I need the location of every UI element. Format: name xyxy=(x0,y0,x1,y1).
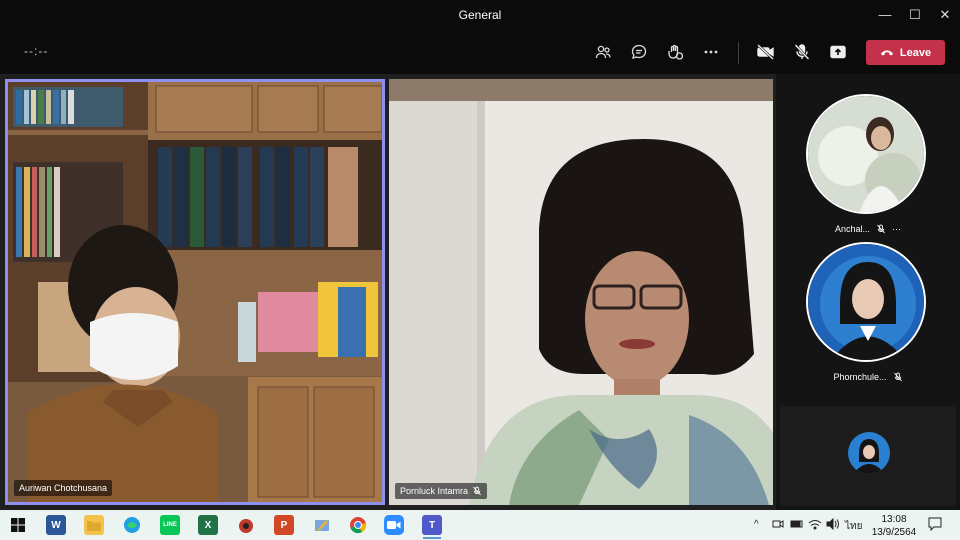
window-title: General xyxy=(458,8,502,22)
participant-4-avatar[interactable] xyxy=(806,242,926,362)
clock-time: 13:08 xyxy=(881,514,907,525)
teams-icon: T xyxy=(428,519,436,531)
more-actions-button[interactable] xyxy=(699,40,723,64)
word-icon: W xyxy=(51,519,61,531)
participant-3-photo xyxy=(808,96,924,212)
call-stage: Auriwan Chotchusana Pornluck Intamra Anc… xyxy=(0,74,960,510)
self-photo xyxy=(848,432,890,474)
chat-icon xyxy=(631,44,647,59)
participant-2-video-feed xyxy=(389,79,773,505)
mic-off-icon xyxy=(877,224,885,234)
teams-app-button[interactable]: T xyxy=(422,515,442,535)
participant-3-label: Anchal... ··· xyxy=(776,224,960,234)
word-app-button[interactable]: W xyxy=(46,515,66,535)
battery-tray-button[interactable] xyxy=(790,518,804,530)
participant-3-more-button[interactable]: ··· xyxy=(892,224,901,234)
self-view-card[interactable] xyxy=(780,406,956,506)
participant-1-name-tag: Auriwan Chotchusana xyxy=(14,480,113,496)
notification-icon xyxy=(928,517,942,531)
reactions-button[interactable] xyxy=(663,40,687,64)
call-timer: --:-- xyxy=(24,44,49,58)
powerpoint-app-button[interactable]: P xyxy=(274,515,294,535)
participant-3-avatar[interactable] xyxy=(806,94,926,214)
line-app-button[interactable]: LINE xyxy=(160,515,180,535)
wifi-tray-button[interactable] xyxy=(808,518,822,530)
video-tile-participant-2[interactable]: Pornluck Intamra xyxy=(389,79,773,505)
excel-app-button[interactable]: X xyxy=(198,515,218,535)
chrome-browser-button[interactable] xyxy=(348,515,368,535)
edge-browser-button[interactable] xyxy=(122,515,142,535)
camera-toggle-button[interactable] xyxy=(754,40,778,64)
folder-icon xyxy=(87,521,101,531)
input-language-button[interactable]: ไทย xyxy=(845,519,862,534)
participant-4-photo xyxy=(808,244,924,360)
edge-icon xyxy=(124,517,140,533)
file-explorer-button[interactable] xyxy=(84,515,104,535)
participant-3-name: Anchal... xyxy=(834,224,871,234)
self-avatar xyxy=(848,432,890,474)
side-participant-panel: Anchal... ··· Phornchule... xyxy=(776,74,960,510)
participant-4-name: Phornchule... xyxy=(833,372,887,382)
title-bar: General — ☐ ✕ xyxy=(0,0,960,30)
video-tile-participant-1[interactable]: Auriwan Chotchusana xyxy=(5,79,385,505)
participant-2-name: Pornluck Intamra xyxy=(400,486,469,496)
share-content-button[interactable] xyxy=(826,40,850,64)
windows-start-button[interactable] xyxy=(8,515,28,535)
paint-brush-icon xyxy=(315,520,329,531)
media-app-icon xyxy=(239,519,253,533)
participant-4-label: Phornchule... xyxy=(776,372,960,382)
line-icon: LINE xyxy=(163,522,177,528)
phone-hangup-icon xyxy=(880,50,893,55)
zoom-app-button[interactable] xyxy=(384,515,404,535)
media-app-button[interactable] xyxy=(236,515,256,535)
chrome-icon xyxy=(350,517,367,534)
powerpoint-icon: P xyxy=(280,519,288,531)
clock-date: 13/9/2564 xyxy=(871,527,917,538)
participant-1-name: Auriwan Chotchusana xyxy=(19,483,108,493)
participant-2-name-tag: Pornluck Intamra xyxy=(395,483,488,499)
leave-button[interactable]: Leave xyxy=(866,40,945,65)
camera-off-icon xyxy=(757,44,774,60)
show-hidden-icons-button[interactable]: ^ xyxy=(754,519,759,530)
maximize-button[interactable]: ☐ xyxy=(904,4,926,26)
notifications-button[interactable] xyxy=(928,517,942,531)
paint-app-button[interactable] xyxy=(312,515,332,535)
mic-off-icon xyxy=(473,486,481,496)
minimize-button[interactable]: — xyxy=(874,4,896,26)
video-tray-icon xyxy=(772,520,784,528)
meet-now-tray-button[interactable] xyxy=(772,518,784,530)
chat-button[interactable] xyxy=(627,40,651,64)
leave-label: Leave xyxy=(899,46,932,59)
mic-toggle-button[interactable] xyxy=(790,40,814,64)
reactions-icon xyxy=(668,44,684,60)
close-window-button[interactable]: ✕ xyxy=(934,4,956,26)
taskbar-clock[interactable]: 13:08 13/9/2564 xyxy=(864,513,924,539)
more-icon xyxy=(704,50,718,54)
teams-active-indicator xyxy=(423,537,441,539)
windows-taskbar: W LINE X P T ^ ไทย 13:08 13/9/2564 xyxy=(0,510,960,540)
meeting-toolbar: --:-- Leave xyxy=(0,30,960,74)
share-icon xyxy=(830,45,846,59)
participant-1-video-feed xyxy=(8,82,382,502)
excel-icon: X xyxy=(204,519,212,531)
mic-off-icon xyxy=(893,372,902,382)
toolbar-divider xyxy=(738,42,739,64)
battery-icon xyxy=(790,520,803,528)
speaker-icon xyxy=(826,518,839,530)
people-icon xyxy=(595,45,611,59)
wifi-icon xyxy=(808,520,822,530)
participants-button[interactable] xyxy=(591,40,615,64)
windows-logo-icon xyxy=(11,518,25,532)
zoom-camera-icon xyxy=(387,521,401,529)
volume-tray-button[interactable] xyxy=(826,518,840,530)
mic-off-icon xyxy=(794,44,810,60)
